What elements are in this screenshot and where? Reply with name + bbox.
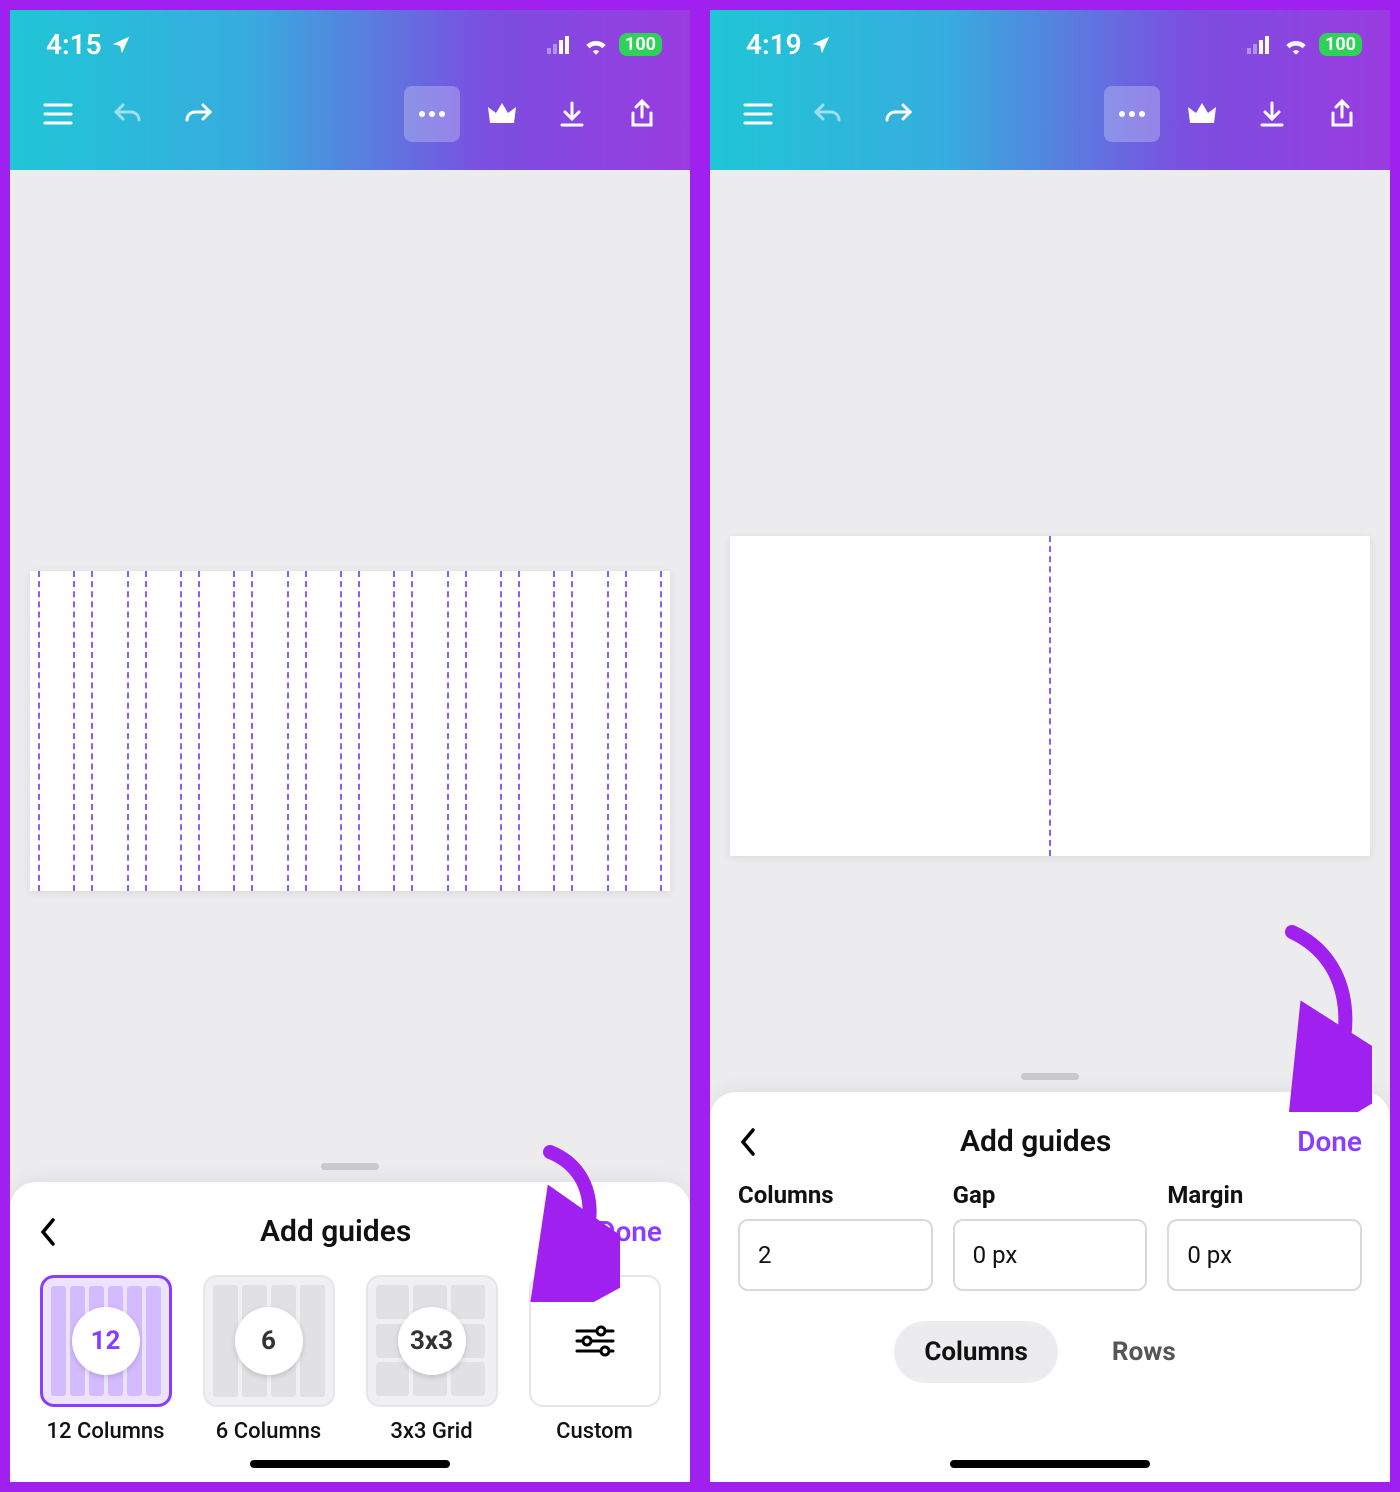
column-guide — [571, 571, 608, 891]
more-button[interactable] — [1104, 86, 1160, 142]
margin-input[interactable]: 0 px — [1167, 1219, 1362, 1291]
menu-button[interactable] — [30, 86, 86, 142]
segment-rows[interactable]: Rows — [1082, 1321, 1206, 1383]
column-guide — [1049, 536, 1051, 856]
preset-badge: 6 — [235, 1307, 303, 1375]
columns-label: Columns — [738, 1181, 933, 1209]
column-guide — [411, 571, 448, 891]
more-button[interactable] — [404, 86, 460, 142]
preset-badge: 3x3 — [398, 1307, 466, 1375]
menu-button[interactable] — [730, 86, 786, 142]
undo-button[interactable] — [100, 86, 156, 142]
done-button[interactable]: Done — [597, 1215, 662, 1248]
sheet-title: Add guides — [74, 1214, 597, 1249]
column-guide — [145, 571, 182, 891]
home-indicator[interactable] — [950, 1460, 1150, 1468]
signal-icon — [1247, 36, 1273, 54]
back-button[interactable] — [738, 1126, 774, 1158]
home-indicator[interactable] — [250, 1460, 450, 1468]
add-guides-sheet: Add guides Done 12 12 Columns 6 6 Columns 3x… — [10, 1182, 690, 1482]
editor-toolbar — [710, 67, 1390, 170]
guide-preset-12-columns[interactable]: 12 12 Columns — [34, 1275, 177, 1444]
design-page[interactable] — [30, 571, 670, 891]
status-bar: 4:15 100 — [10, 10, 690, 67]
done-button[interactable]: Done — [1297, 1125, 1362, 1158]
share-button[interactable] — [1314, 86, 1370, 142]
guide-preset-3x3-grid[interactable]: 3x3 3x3 Grid — [360, 1275, 503, 1444]
preset-label: 12 Columns — [47, 1419, 165, 1444]
wifi-icon — [583, 35, 609, 55]
add-guides-sheet: Add guides Done Columns 2 Gap 0 px Margi… — [710, 1092, 1390, 1482]
column-guide — [518, 571, 555, 891]
preset-label: 6 Columns — [216, 1419, 321, 1444]
battery-badge: 100 — [1319, 33, 1362, 56]
gap-label: Gap — [953, 1181, 1148, 1209]
download-button[interactable] — [1244, 86, 1300, 142]
status-bar: 4:19 100 — [710, 10, 1390, 67]
guide-presets: 12 12 Columns 6 6 Columns 3x3 3x3 Grid Custom — [10, 1267, 690, 1444]
column-guide — [305, 571, 342, 891]
download-button[interactable] — [544, 86, 600, 142]
sliders-icon — [573, 1323, 617, 1359]
column-guide — [38, 571, 75, 891]
crown-button[interactable] — [474, 86, 530, 142]
preset-label: Custom — [556, 1419, 633, 1444]
share-button[interactable] — [614, 86, 670, 142]
segment-columns[interactable]: Columns — [894, 1321, 1058, 1383]
margin-label: Margin — [1167, 1181, 1362, 1209]
sheet-title: Add guides — [774, 1124, 1297, 1159]
preset-badge: 12 — [72, 1307, 140, 1375]
wifi-icon — [1283, 35, 1309, 55]
status-time: 4:15 — [46, 28, 102, 61]
sheet-grab-handle[interactable] — [321, 1163, 379, 1170]
column-guide — [625, 571, 662, 891]
gap-input[interactable]: 0 px — [953, 1219, 1148, 1291]
location-icon — [810, 34, 832, 56]
status-time: 4:19 — [746, 28, 802, 61]
screenshot-left: 4:15 100 Add gui — [0, 0, 700, 1492]
battery-badge: 100 — [619, 33, 662, 56]
crown-button[interactable] — [1174, 86, 1230, 142]
app-topbar: 4:15 100 — [10, 10, 690, 170]
design-page[interactable] — [730, 536, 1370, 856]
app-topbar: 4:19 100 — [710, 10, 1390, 170]
columns-input[interactable]: 2 — [738, 1219, 933, 1291]
column-guide — [91, 571, 128, 891]
editor-toolbar — [10, 67, 690, 170]
column-guide — [465, 571, 502, 891]
guide-preset-custom[interactable]: Custom — [523, 1275, 666, 1444]
column-guide — [251, 571, 288, 891]
redo-button[interactable] — [170, 86, 226, 142]
guide-preset-6-columns[interactable]: 6 6 Columns — [197, 1275, 340, 1444]
redo-button[interactable] — [870, 86, 926, 142]
column-guide — [358, 571, 395, 891]
location-icon — [110, 34, 132, 56]
axis-segmented: Columns Rows — [710, 1291, 1390, 1391]
preset-label: 3x3 Grid — [390, 1419, 472, 1444]
column-guide — [198, 571, 235, 891]
signal-icon — [547, 36, 573, 54]
screenshot-right: 4:19 100 — [700, 0, 1400, 1492]
back-button[interactable] — [38, 1216, 74, 1248]
undo-button[interactable] — [800, 86, 856, 142]
sheet-grab-handle[interactable] — [1021, 1073, 1079, 1080]
